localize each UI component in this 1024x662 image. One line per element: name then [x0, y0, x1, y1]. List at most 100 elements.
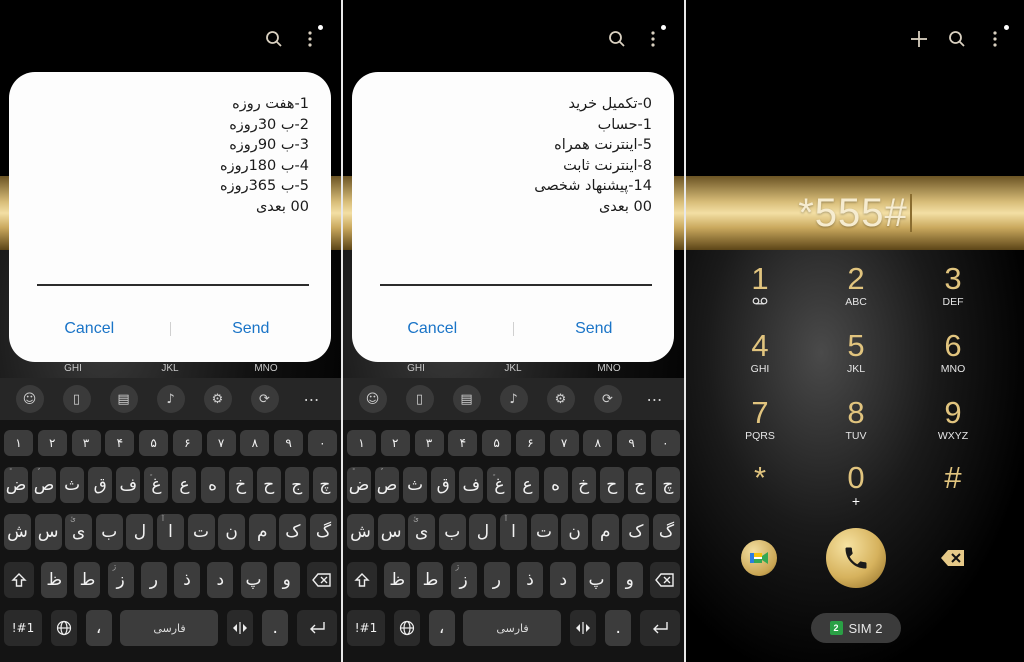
shift-key[interactable] [4, 562, 34, 598]
more-options-icon[interactable] [984, 28, 1006, 50]
key[interactable]: ۹ [274, 430, 304, 456]
key[interactable]: س [34, 514, 62, 550]
more-icon[interactable]: ⋯ [641, 385, 669, 413]
shift-key[interactable] [347, 562, 377, 598]
key[interactable]: ب [95, 514, 123, 550]
key[interactable]: ۶ [172, 430, 202, 456]
key[interactable]: ع [172, 467, 197, 503]
ussd-reply-input[interactable] [380, 284, 652, 286]
more-icon[interactable]: ⋯ [298, 385, 326, 413]
dialpad-key-8[interactable]: 8 TUV [811, 396, 901, 458]
key[interactable]: ٌص [32, 467, 57, 503]
dial-input[interactable]: *555# [686, 176, 1024, 250]
key[interactable]: خ [571, 467, 596, 503]
backspace-key[interactable] [306, 562, 337, 598]
comma-key[interactable]: ، [85, 610, 112, 646]
key[interactable]: ئی [65, 514, 93, 550]
dialpad-key-3[interactable]: 3 DEF [908, 262, 998, 324]
key[interactable]: ث [60, 467, 85, 503]
key[interactable]: ژز [107, 562, 134, 598]
key[interactable]: ج [627, 467, 652, 503]
key[interactable]: پ [240, 562, 267, 598]
translate-icon[interactable]: ⟳ [593, 385, 622, 413]
key[interactable]: ۳ [414, 430, 444, 456]
sim-selector[interactable]: 2 SIM 2 [811, 613, 901, 643]
language-key[interactable] [393, 610, 420, 646]
send-button[interactable]: Send [171, 320, 332, 338]
send-button[interactable]: Send [514, 320, 675, 338]
key[interactable]: ۴ [448, 430, 478, 456]
clipboard-icon[interactable]: ▯ [405, 385, 434, 413]
key[interactable]: ۰ [307, 430, 337, 456]
more-options-icon[interactable] [642, 28, 664, 50]
key[interactable]: ۸ [240, 430, 270, 456]
key[interactable]: ًض [347, 467, 371, 503]
key[interactable]: ش [347, 514, 374, 550]
settings-icon[interactable]: ⚙ [546, 385, 575, 413]
symbols-key[interactable]: !#1 [347, 610, 385, 646]
key[interactable]: ۳ [71, 430, 101, 456]
dialpad-key-5[interactable]: 5 JKL [811, 329, 901, 391]
symbols-key[interactable]: !#1 [4, 610, 42, 646]
key[interactable]: ۱ [347, 430, 376, 456]
key[interactable]: م [248, 514, 276, 550]
key[interactable]: ل [469, 514, 497, 550]
key[interactable]: گ [652, 514, 680, 550]
dialpad-key-4[interactable]: 4 GHI [715, 329, 805, 391]
space-key[interactable]: فارسی [120, 610, 219, 646]
enter-key[interactable] [296, 610, 337, 646]
key[interactable]: ذ [517, 562, 544, 598]
dialpad-key-7[interactable]: 7 PQRS [715, 396, 805, 458]
translate-icon[interactable]: ⟳ [250, 385, 279, 413]
key[interactable]: ظ [41, 562, 68, 598]
cursor-key[interactable] [227, 610, 254, 646]
key[interactable]: ۵ [482, 430, 512, 456]
key[interactable]: ق [431, 467, 456, 503]
key[interactable]: د [550, 562, 577, 598]
key[interactable]: ۶ [515, 430, 545, 456]
period-key[interactable]: . [605, 610, 632, 646]
key[interactable]: گ [309, 514, 337, 550]
dialpad-key-hash[interactable]: # [908, 461, 998, 523]
key[interactable]: پ [583, 562, 610, 598]
backspace-key[interactable] [649, 562, 680, 598]
call-button[interactable] [826, 528, 886, 588]
key[interactable]: ک [622, 514, 650, 550]
key[interactable]: ک [279, 514, 307, 550]
key[interactable]: ۲ [37, 430, 67, 456]
key[interactable]: ش [4, 514, 31, 550]
key[interactable]: ژز [450, 562, 477, 598]
key[interactable]: م [591, 514, 619, 550]
key[interactable]: آا [156, 514, 184, 550]
key[interactable]: ح [599, 467, 624, 503]
key[interactable]: ل [126, 514, 154, 550]
key[interactable]: ث [403, 467, 428, 503]
key[interactable]: ط [417, 562, 444, 598]
settings-icon[interactable]: ⚙ [203, 385, 232, 413]
key[interactable]: ج [284, 467, 309, 503]
enter-key[interactable] [639, 610, 680, 646]
key[interactable]: ۲ [380, 430, 410, 456]
key[interactable]: خ [228, 467, 253, 503]
emoji-icon[interactable]: ☺ [358, 385, 387, 413]
video-call-button[interactable] [741, 540, 777, 576]
key[interactable]: ف [459, 467, 484, 503]
search-icon[interactable] [606, 28, 628, 50]
document-icon[interactable]: ▤ [452, 385, 481, 413]
key[interactable]: ن [218, 514, 246, 550]
key[interactable]: ع [515, 467, 540, 503]
key[interactable]: ۷ [549, 430, 579, 456]
key[interactable]: چ [312, 467, 337, 503]
space-key[interactable]: فارسی [463, 610, 562, 646]
key[interactable]: آا [499, 514, 527, 550]
document-icon[interactable]: ▤ [109, 385, 138, 413]
key[interactable]: ۹ [617, 430, 647, 456]
dialpad-key-star[interactable]: * [715, 461, 805, 523]
search-icon[interactable] [946, 28, 968, 50]
key[interactable]: چ [655, 467, 680, 503]
period-key[interactable]: . [262, 610, 289, 646]
key[interactable]: و [273, 562, 300, 598]
key[interactable]: ۸ [583, 430, 613, 456]
key[interactable]: ت [187, 514, 215, 550]
search-icon[interactable] [263, 28, 285, 50]
